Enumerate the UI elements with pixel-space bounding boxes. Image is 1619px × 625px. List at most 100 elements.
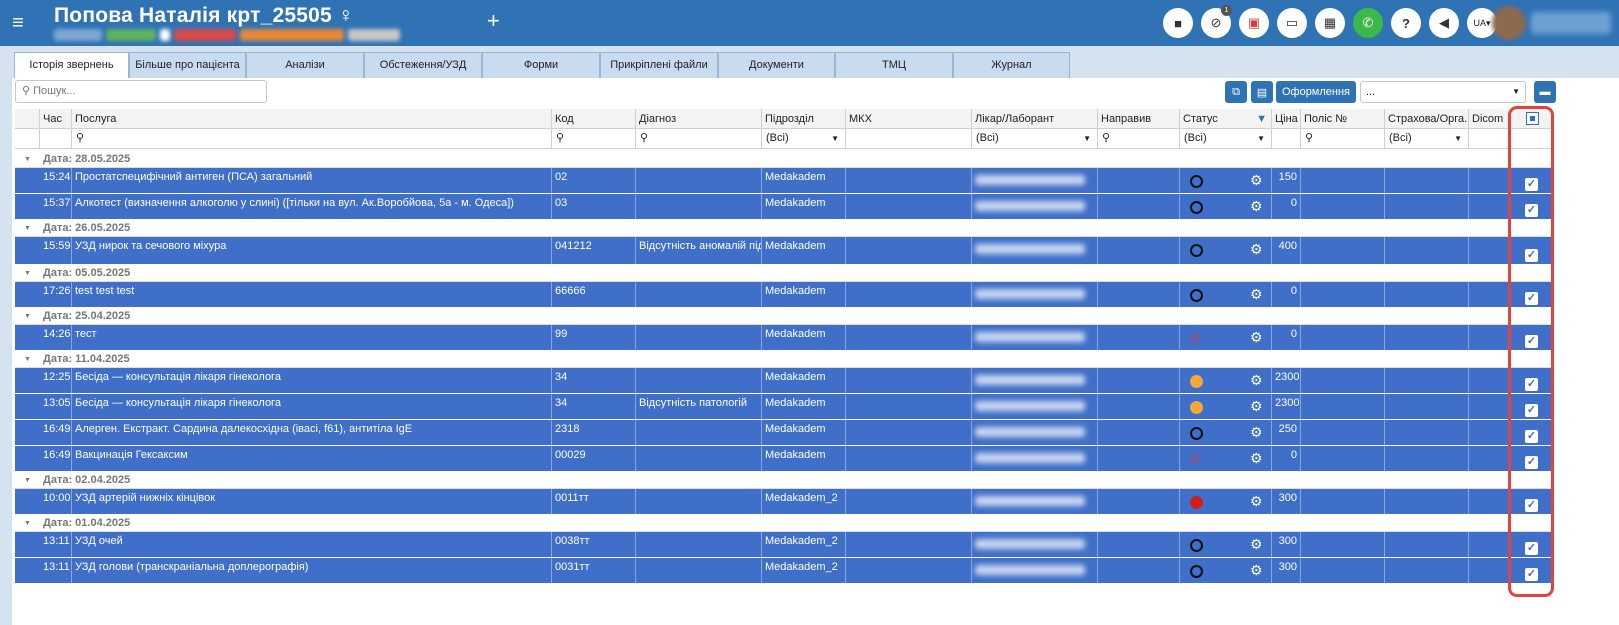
date-group-header[interactable]: ▼ Дата: 28.05.2025 <box>15 151 1552 168</box>
chat-icon[interactable]: ■ <box>1163 8 1193 38</box>
gear-icon[interactable]: ⚙ <box>1250 424 1263 441</box>
cell-dicom <box>1469 237 1511 264</box>
tab-files[interactable]: Прикріплені файли <box>600 52 718 78</box>
date-group-header[interactable]: ▼ Дата: 26.05.2025 <box>15 220 1552 237</box>
tab-patient-more[interactable]: Більше про пацієнта <box>129 52 246 78</box>
tab-exams[interactable]: Обстеження/УЗД <box>364 52 482 78</box>
table-row[interactable]: 16:49 Вакцинація Гексаксим 00029 Medakadem ⎙… <box>15 446 1552 472</box>
cell-time: 16:49 <box>40 420 72 445</box>
tab-documents[interactable]: Документи <box>718 52 835 78</box>
date-group-header[interactable]: ▼ Дата: 25.04.2025 <box>15 308 1552 325</box>
table-row[interactable]: 16:49 Алерген. Екстракт. Сардина далекосх… <box>15 420 1552 446</box>
tab-analyses[interactable]: Аналізи <box>246 52 364 78</box>
table-row[interactable]: 10:00 УЗД артерій нижніх кінцівок 0011тт Me… <box>15 489 1552 515</box>
status-dot-icon <box>1190 375 1203 388</box>
filter-policy[interactable]: ⚲ <box>1301 129 1385 149</box>
tab-history[interactable]: Історія звернень <box>14 52 129 78</box>
cell-code: 00029 <box>552 446 636 471</box>
oform-button[interactable]: Оформлення <box>1276 81 1356 103</box>
pdf-status-icon: ⎙ <box>1190 451 1201 466</box>
save-button[interactable]: ▤ <box>1251 81 1273 103</box>
filter-referrer[interactable]: ⚲ <box>1098 129 1180 149</box>
table-row[interactable]: 13:11 УЗД очей 0038тт Medakadem_2 ⚙ 300 ✓ <box>15 532 1552 558</box>
collapse-icon[interactable]: ▼ <box>24 351 31 368</box>
col-referrer[interactable]: Направив <box>1098 109 1180 129</box>
collapse-icon[interactable]: ▼ <box>24 220 31 237</box>
table-row[interactable]: 15:37 Алкотест (визначення алкоголю у сли… <box>15 194 1552 220</box>
col-status[interactable]: Статус ▼ <box>1180 109 1272 129</box>
gear-icon[interactable]: ⚙ <box>1250 450 1263 467</box>
col-price[interactable]: Ціна <box>1272 109 1301 129</box>
gear-icon[interactable]: ⚙ <box>1250 329 1263 346</box>
pdf-icon[interactable]: ▣ <box>1239 8 1269 38</box>
tab-forms[interactable]: Форми <box>482 52 600 78</box>
user-name[interactable] <box>1531 12 1611 34</box>
gear-icon[interactable]: ⚙ <box>1250 493 1263 510</box>
col-time[interactable]: Час <box>40 109 72 129</box>
filter-insurance[interactable]: (Всі) ▼ <box>1385 129 1469 149</box>
table-row[interactable]: 17:26 test test test 66666 Medakadem ⚙ 0 ✓ <box>15 282 1552 308</box>
action-select[interactable]: ... ▼ <box>1360 81 1526 103</box>
filter-icon[interactable]: ▼ <box>1256 109 1267 128</box>
collapse-icon[interactable]: ▼ <box>24 151 31 168</box>
col-policy[interactable]: Поліс № <box>1301 109 1385 129</box>
copy-button[interactable]: ⧉ <box>1225 81 1247 103</box>
gear-icon[interactable]: ⚙ <box>1250 536 1263 553</box>
gear-icon[interactable]: ⚙ <box>1250 562 1263 579</box>
help-icon[interactable]: ? <box>1391 8 1421 38</box>
col-department[interactable]: Підрозділ <box>762 109 846 129</box>
col-insurance[interactable]: Страхова/Орга... <box>1385 109 1469 129</box>
cell-dicom <box>1469 282 1511 307</box>
gear-icon[interactable]: ⚙ <box>1250 241 1263 258</box>
phone-icon[interactable]: ✆ <box>1353 8 1383 38</box>
table-row[interactable]: 14:26 тест 99 Medakadem ⎙ ⚙ 0 ✓ <box>15 325 1552 351</box>
filter-department[interactable]: (Всі) ▼ <box>762 129 846 149</box>
attachment-icon[interactable]: ⊘ 1 <box>1201 5 1232 38</box>
calculator-icon[interactable]: ▦ <box>1315 8 1345 38</box>
gear-icon[interactable]: ⚙ <box>1250 286 1263 303</box>
cell-dicom <box>1469 420 1511 445</box>
delete-button[interactable]: ▬ <box>1534 81 1556 103</box>
cell-doctor <box>972 168 1098 193</box>
gear-icon[interactable]: ⚙ <box>1250 198 1263 215</box>
col-dicom[interactable]: Dicom <box>1469 109 1511 129</box>
date-group-header[interactable]: ▼ Дата: 01.04.2025 <box>15 515 1552 532</box>
add-icon[interactable]: + <box>487 8 500 34</box>
filter-diagnosis[interactable]: ⚲ <box>636 129 762 149</box>
table-row[interactable]: 15:59 УЗД нирок та сечового міхура 041212 В… <box>15 237 1552 265</box>
collapse-icon[interactable]: ▼ <box>24 265 31 282</box>
collapse-icon[interactable]: ▼ <box>24 472 31 489</box>
tab-journal[interactable]: Журнал <box>953 52 1070 78</box>
table-row[interactable]: 15:24 Простатспецифічний антиген (ПСА) за… <box>15 168 1552 194</box>
gear-icon[interactable]: ⚙ <box>1250 398 1263 415</box>
patient-badges <box>54 29 400 43</box>
filter-code[interactable]: ⚲ <box>552 129 636 149</box>
collapse-icon[interactable]: ▼ <box>24 308 31 325</box>
avatar[interactable] <box>1492 6 1526 40</box>
search-input[interactable]: ⚲ Пошук... <box>15 80 267 103</box>
date-group-header[interactable]: ▼ Дата: 02.04.2025 <box>15 472 1552 489</box>
cell-dicom <box>1469 394 1511 419</box>
table-row[interactable]: 13:05 Бесіда — консультація лікаря гінеко… <box>15 394 1552 420</box>
col-doctor[interactable]: Лікар/Лаборант <box>972 109 1098 129</box>
table-row[interactable]: 12:25 Бесіда — консультація лікаря гінеко… <box>15 368 1552 394</box>
col-service[interactable]: Послуга <box>72 109 552 129</box>
gear-icon[interactable]: ⚙ <box>1250 372 1263 389</box>
tab-tmc[interactable]: ТМЦ <box>835 52 953 78</box>
col-diagnosis[interactable]: Діагноз <box>636 109 762 129</box>
date-group-header[interactable]: ▼ Дата: 05.05.2025 <box>15 265 1552 282</box>
filter-service[interactable]: ⚲ <box>72 129 552 149</box>
collapse-icon[interactable]: ▼ <box>24 515 31 532</box>
megaphone-icon[interactable]: ◀ <box>1429 8 1459 38</box>
filter-doctor[interactable]: (Всі) ▼ <box>972 129 1098 149</box>
card-icon[interactable]: ▭ <box>1277 8 1307 38</box>
filter-status[interactable]: (Всі) ▼ <box>1180 129 1272 149</box>
col-code[interactable]: Код <box>552 109 636 129</box>
table-row[interactable]: 13:11 УЗД голови (транскраніальна доплеро… <box>15 558 1552 584</box>
col-mkh[interactable]: МКХ <box>846 109 972 129</box>
cell-service: Бесіда — консультація лікаря гінеколога <box>72 368 552 393</box>
gear-icon[interactable]: ⚙ <box>1250 172 1263 189</box>
cell-mkh <box>846 446 972 471</box>
hamburger-icon[interactable]: ≡ <box>0 12 36 35</box>
date-group-header[interactable]: ▼ Дата: 11.04.2025 <box>15 351 1552 368</box>
